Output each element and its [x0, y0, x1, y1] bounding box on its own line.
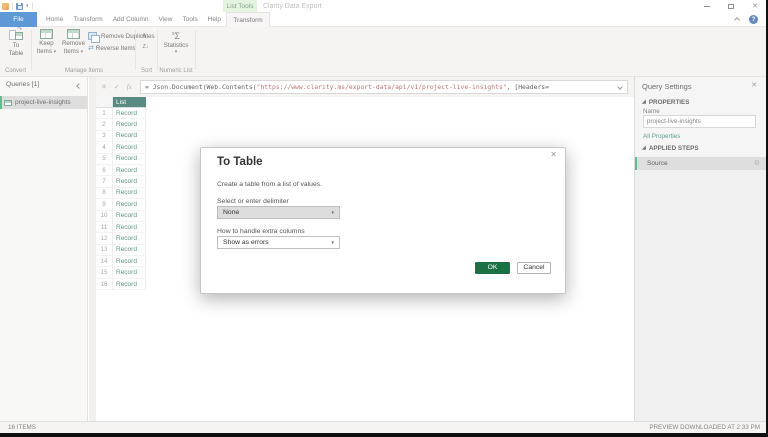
to-table-dialog: ✕ To Table Create a table from a list of…: [200, 147, 566, 294]
desktop-screen: ▾ List Tools Clarity Data Export ✕ File …: [0, 0, 768, 437]
dialog-title: To Table: [217, 156, 263, 168]
cancel-button[interactable]: Cancel: [517, 262, 551, 274]
dialog-close-icon[interactable]: ✕: [550, 151, 557, 159]
delimiter-label: Select or enter delimiter: [217, 198, 289, 205]
select-arrow-icon: ▾: [331, 210, 334, 216]
extra-columns-select[interactable]: Show as errors ▾: [217, 236, 340, 249]
dialog-description: Create a table from a list of values.: [217, 181, 322, 188]
select-arrow-icon: ▾: [331, 240, 334, 246]
extra-columns-label: How to handle extra columns: [217, 228, 305, 235]
delimiter-select[interactable]: None ▾: [217, 206, 340, 219]
ok-button[interactable]: OK: [475, 262, 510, 274]
